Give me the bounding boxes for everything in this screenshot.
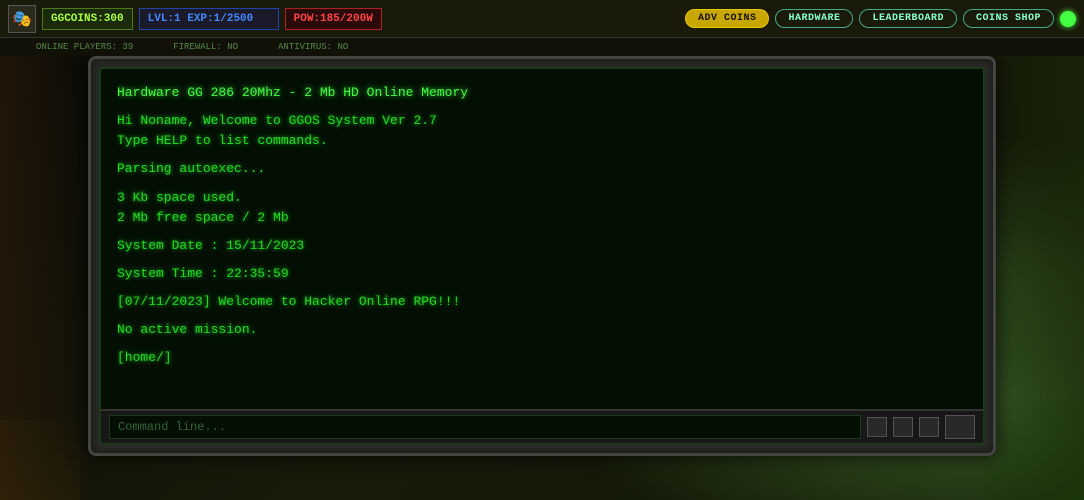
terminal-line: Parsing autoexec... bbox=[117, 159, 967, 179]
terminal-line: System Time : 22:35:59 bbox=[117, 264, 967, 284]
pow-label: POW:185/200W bbox=[294, 13, 373, 25]
cmd-btn-3[interactable] bbox=[919, 417, 939, 437]
terminal-line: 3 Kb space used. bbox=[117, 188, 967, 208]
monitor-outer: Hardware GG 286 20Mhz - 2 Mb HD Online M… bbox=[88, 56, 996, 456]
command-bar bbox=[101, 409, 983, 443]
terminal-line bbox=[117, 256, 967, 264]
terminal-line: 2 Mb free space / 2 Mb bbox=[117, 208, 967, 228]
terminal-line bbox=[117, 180, 967, 188]
hud-bar: 🎭 GGCOINS:300 LVL:1 EXP:1/2500 POW:185/2… bbox=[0, 0, 1084, 38]
terminal-line bbox=[117, 103, 967, 111]
avatar: 🎭 bbox=[8, 5, 36, 33]
level-label: LVL:1 EXP:1/2500 bbox=[148, 13, 254, 25]
terminal-line: [07/11/2023] Welcome to Hacker Online RP… bbox=[117, 292, 967, 312]
coins-label: GGCOINS:300 bbox=[51, 13, 124, 25]
hardware-button[interactable]: HARDWARE bbox=[775, 9, 853, 28]
leaderboard-button[interactable]: LEADERBOARD bbox=[859, 9, 957, 28]
cmd-btn-large[interactable] bbox=[945, 415, 975, 439]
terminal-line: Hi Noname, Welcome to GGOS System Ver 2.… bbox=[117, 111, 967, 131]
terminal-line bbox=[117, 284, 967, 292]
pow-stat: POW:185/200W bbox=[285, 8, 382, 30]
online-players-label: ONLINE PLAYERS: 39 bbox=[36, 42, 133, 52]
terminal-line bbox=[117, 151, 967, 159]
terminal-line: [home/] bbox=[117, 348, 967, 368]
terminal-line bbox=[117, 228, 967, 236]
status-dot bbox=[1060, 11, 1076, 27]
level-stat: LVL:1 EXP:1/2500 bbox=[139, 8, 279, 30]
coins-shop-button[interactable]: COINS SHOP bbox=[963, 9, 1054, 28]
terminal-line: Hardware GG 286 20Mhz - 2 Mb HD Online M… bbox=[117, 83, 967, 103]
coins-stat: GGCOINS:300 bbox=[42, 8, 133, 30]
terminal-line: System Date : 15/11/2023 bbox=[117, 236, 967, 256]
cmd-btn-1[interactable] bbox=[867, 417, 887, 437]
hud-sub-bar: ONLINE PLAYERS: 39 FIREWALL: NO ANTIVIRU… bbox=[0, 38, 1084, 56]
terminal-line: Type HELP to list commands. bbox=[117, 131, 967, 151]
cmd-btn-2[interactable] bbox=[893, 417, 913, 437]
antivirus-label: ANTIVIRUS: NO bbox=[278, 42, 348, 52]
terminal-line bbox=[117, 312, 967, 320]
command-input[interactable] bbox=[109, 415, 861, 439]
firewall-label: FIREWALL: NO bbox=[173, 42, 238, 52]
terminal-line bbox=[117, 340, 967, 348]
terminal-output: Hardware GG 286 20Mhz - 2 Mb HD Online M… bbox=[117, 83, 967, 435]
monitor-inner: Hardware GG 286 20Mhz - 2 Mb HD Online M… bbox=[99, 67, 985, 445]
terminal-line: No active mission. bbox=[117, 320, 967, 340]
adv-coins-button[interactable]: ADV COINS bbox=[685, 9, 770, 28]
nav-buttons: ADV COINS HARDWARE LEADERBOARD COINS SHO… bbox=[685, 9, 1076, 28]
